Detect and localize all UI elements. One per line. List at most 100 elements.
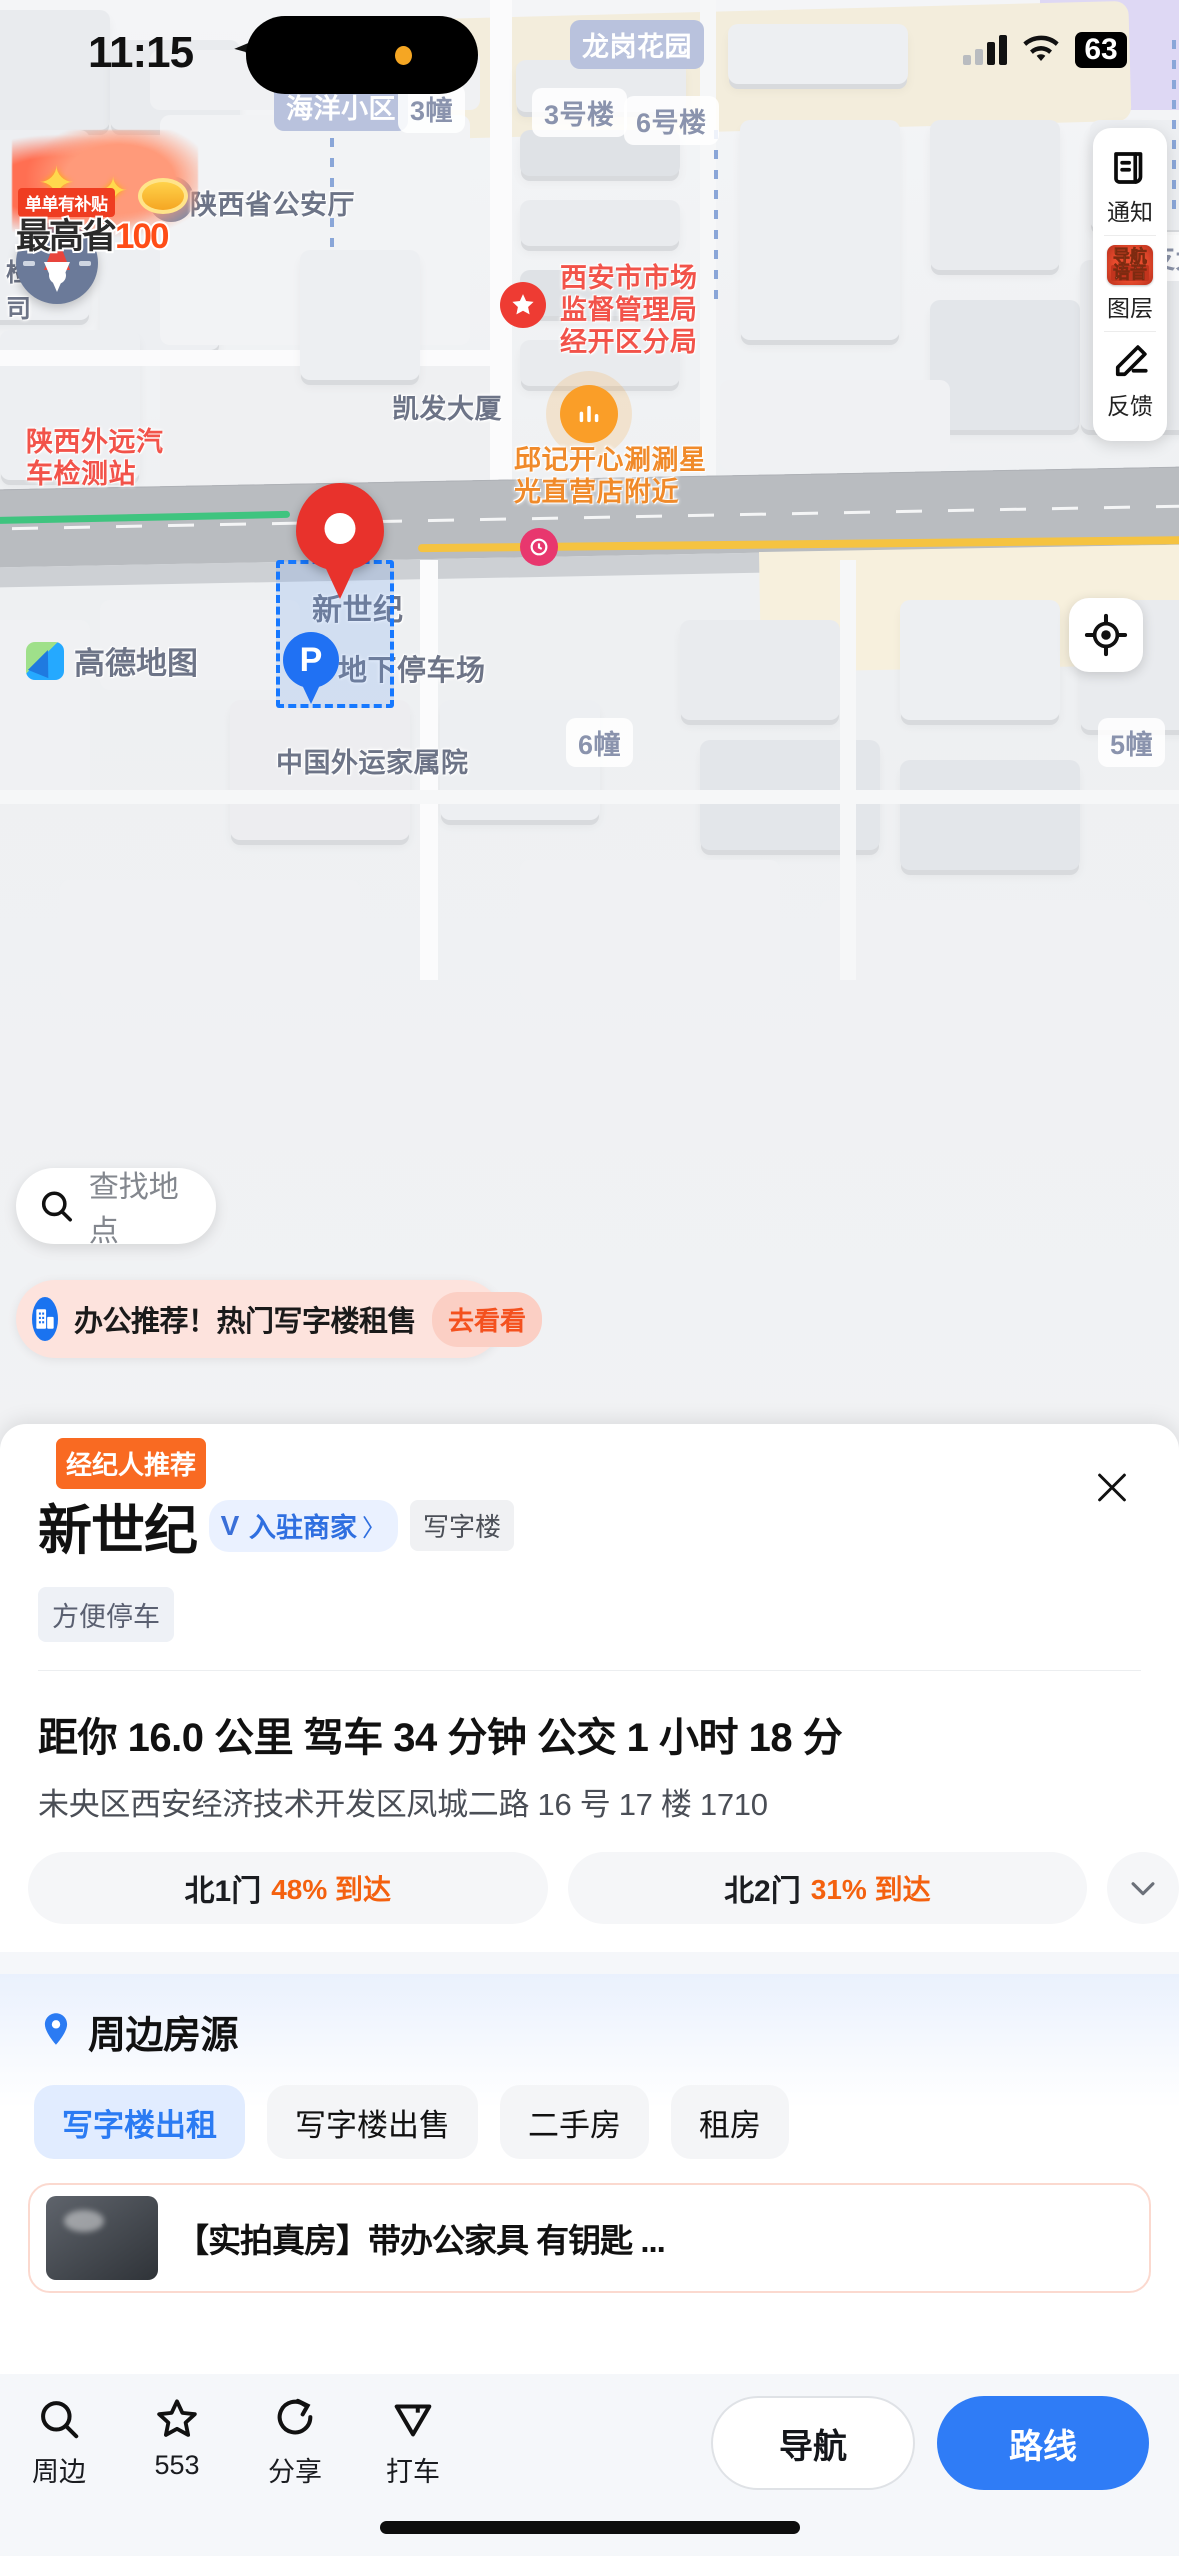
locate-me-button[interactable]	[1069, 598, 1143, 672]
map-road	[0, 790, 1179, 804]
tool-feedback-label: 反馈	[1107, 393, 1153, 419]
entrance-list: 北1门 48% 到达 北2门 31% 到达	[28, 1852, 1179, 1924]
tab-office-rent[interactable]: 写字楼出租	[34, 2085, 245, 2159]
entrance-percent: 31% 到达	[810, 1874, 931, 1905]
toolbar-taxi[interactable]: 打车	[354, 2396, 472, 2489]
ad-banner-text: 办公推荐！热门写字楼租售	[74, 1306, 417, 1338]
clock-marker-icon[interactable]	[520, 528, 558, 566]
distance-summary: 距你 16.0 公里 驾车 34 分钟 公交 1 小时 18 分	[38, 1716, 843, 1760]
map-tools-panel[interactable]: 通知 导航 语音 图层 反馈	[1093, 128, 1167, 441]
map-building	[520, 200, 680, 246]
toolbar-favorite[interactable]: 553	[118, 2396, 236, 2481]
ad-banner-cta-button[interactable]: 去看看	[432, 1291, 543, 1347]
notification-document-icon	[1114, 152, 1143, 184]
chevron-down-icon	[1131, 1882, 1155, 1896]
market-supervision-star-icon[interactable]	[500, 282, 546, 328]
pencil-feedback-icon	[1115, 345, 1148, 377]
toolbar-nearby[interactable]: 周边	[0, 2396, 118, 2489]
ad-banner[interactable]: 办公推荐！热门写字楼租售 去看看	[16, 1280, 543, 1358]
map-building	[60, 880, 360, 1000]
amap-logo-text: 高德地图	[74, 646, 198, 681]
toolbar-nearby-label: 周边	[32, 2457, 86, 2487]
place-address: 未央区西安经济技术开发区凤城二路 16 号 17 楼 1710	[38, 1787, 768, 1822]
toolbar-actions: 导航 路线	[711, 2396, 1179, 2490]
map-building	[930, 300, 1080, 430]
amap-logo-mark	[26, 641, 64, 680]
tab-second-hand[interactable]: 二手房	[500, 2085, 649, 2159]
taxi-icon	[394, 2404, 432, 2437]
promo-badge[interactable]: ✦ ✦ 单单有补贴 最高省100	[12, 130, 198, 258]
map-label[interactable]: 陕西外远汽 车检测站	[14, 422, 176, 496]
tool-notification[interactable]: 通知	[1093, 138, 1167, 235]
parking-marker-icon[interactable]: P	[283, 632, 339, 704]
entrance-name: 北2门	[724, 1875, 801, 1908]
nearby-houses-header: 周边房源	[38, 2004, 1179, 2059]
map-label[interactable]: 邱记开心涮涮星 光直营店附近	[502, 440, 719, 514]
map-label[interactable]: 凯发大厦	[380, 382, 514, 431]
map-dotted-path	[714, 130, 718, 310]
promo-amount-text: 最高省100	[14, 215, 171, 258]
map-building	[820, 900, 1150, 1080]
map-label[interactable]: 陕西省公安厅	[178, 178, 367, 227]
dynamic-island	[246, 16, 478, 94]
close-icon[interactable]	[1091, 1466, 1133, 1508]
feature-tag: 方便停车	[38, 1587, 174, 1642]
entrance-name: 北1门	[184, 1875, 262, 1908]
share-icon	[277, 2398, 313, 2435]
expand-entrances-button[interactable]	[1107, 1852, 1179, 1924]
map-building	[720, 380, 950, 470]
tool-feedback[interactable]: 反馈	[1093, 332, 1167, 429]
navigation-voice-badge-icon: 导航 语音	[1107, 245, 1153, 285]
toolbar-favorite-count: 553	[154, 2450, 200, 2480]
sheet-divider	[38, 1670, 1141, 1671]
status-bar-indicators: 63	[963, 32, 1127, 68]
tool-notification-label: 通知	[1107, 199, 1153, 225]
search-icon	[41, 1191, 72, 1222]
listing-card[interactable]: 经纪人推荐 【实拍真房】带办公家具 有钥匙 ...	[28, 1438, 1151, 2293]
map-building	[900, 760, 1080, 870]
toolbar-share[interactable]: 分享	[236, 2396, 354, 2489]
listing-title: 【实拍真房】带办公家具 有钥匙 ...	[176, 2222, 666, 2259]
tab-office-sale[interactable]: 写字楼出售	[267, 2085, 478, 2159]
navigate-button[interactable]: 导航	[711, 2396, 915, 2490]
map-building	[900, 600, 1060, 720]
verified-merchant-badge[interactable]: V 入驻商家 〉	[209, 1499, 398, 1552]
entrance-button[interactable]: 北1门 48% 到达	[28, 1852, 548, 1924]
map-road	[840, 560, 856, 980]
nearby-houses-title: 周边房源	[88, 2015, 239, 2057]
amap-logo: 高德地图	[26, 638, 198, 683]
tool-layers-label: 图层	[1107, 295, 1153, 321]
map-label[interactable]: 6幢	[566, 718, 634, 767]
map-label[interactable]: 5幢	[1098, 718, 1166, 767]
status-bar: 11:15 63	[0, 0, 1179, 118]
tool-layers[interactable]: 导航 语音 图层	[1093, 236, 1167, 331]
location-pin-marker[interactable]	[296, 483, 384, 601]
map-app-screen: 海洋小区 3幢 3号楼 6号楼 龙岗花园 陕西省公安厅 西安市市场 监督管理局 …	[0, 0, 1179, 2556]
cellular-signal-icon	[963, 35, 1007, 65]
toolbar-share-label: 分享	[268, 2457, 322, 2487]
toolbar-taxi-label: 打车	[386, 2457, 440, 2487]
tab-rent[interactable]: 租房	[671, 2085, 789, 2159]
wifi-icon	[1023, 35, 1059, 61]
page-title: 新世纪	[38, 1501, 198, 1561]
search-icon	[41, 2401, 79, 2439]
map-building	[740, 120, 900, 340]
map-label[interactable]: 中国外运家属院	[264, 736, 481, 785]
search-bar[interactable]: 查找地点	[16, 1168, 216, 1248]
home-indicator	[379, 2521, 800, 2534]
house-type-tabs: 写字楼出租 写字楼出售 二手房 租房	[34, 2085, 1179, 2159]
route-button[interactable]: 路线	[937, 2396, 1149, 2490]
category-tag: 写字楼	[410, 1500, 515, 1551]
chevron-right-icon: 〉	[362, 1515, 386, 1542]
entrance-button[interactable]: 北2门 31% 到达	[567, 1852, 1088, 1924]
map-building	[930, 120, 1060, 270]
camera-indicator-dot	[395, 46, 412, 65]
map-building	[520, 860, 780, 1000]
nearby-houses-section: 周边房源 写字楼出租 写字楼出售 二手房 租房 经纪人推荐 【实拍真房】带办公家…	[0, 1438, 1179, 2293]
map-label[interactable]: 西安市市场 监督管理局 经开区分局	[548, 258, 710, 364]
map-building	[680, 620, 840, 720]
restaurant-icon[interactable]	[560, 385, 618, 443]
location-pin-icon	[44, 2012, 68, 2045]
search-input-placeholder[interactable]: 查找地点	[89, 1162, 194, 1250]
entrance-percent: 48% 到达	[271, 1874, 392, 1905]
